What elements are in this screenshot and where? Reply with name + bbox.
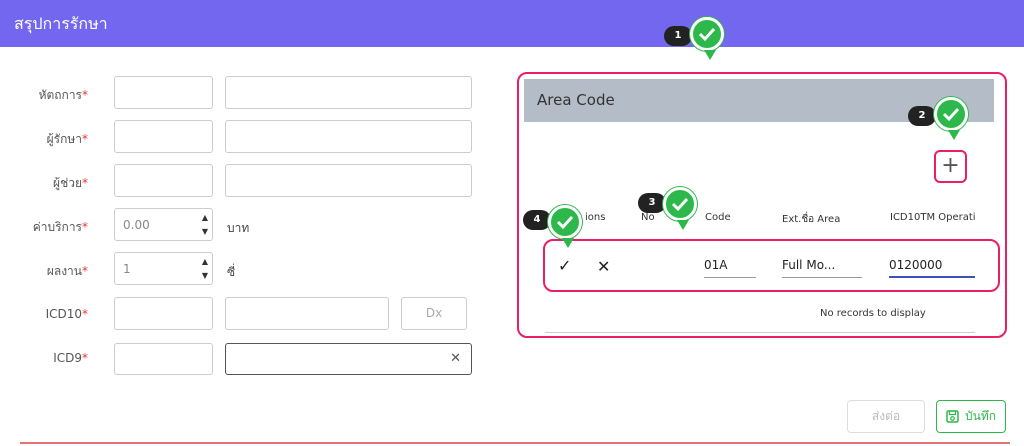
- tooth-unit: ซี่: [227, 265, 236, 279]
- cancel-close-icon[interactable]: ✕: [597, 257, 610, 276]
- area-code-title: Area Code: [537, 91, 615, 109]
- service-fee-stepper[interactable]: ▲ ▼: [199, 211, 211, 239]
- practitioner-code-input[interactable]: [114, 120, 213, 153]
- save-button[interactable]: บันทึก: [936, 400, 1006, 433]
- assistant-name-input[interactable]: [225, 164, 472, 197]
- icd-cell-input[interactable]: 0120000: [889, 258, 975, 278]
- workload-input[interactable]: 1 ▲ ▼: [114, 252, 213, 285]
- procedure-code-input[interactable]: [114, 76, 213, 109]
- icd9-code-input[interactable]: [114, 343, 213, 375]
- check-marker-1-icon: [690, 17, 724, 60]
- col-code: Code: [705, 212, 731, 223]
- workload-label: ผลงาน*: [46, 264, 88, 278]
- workload-stepper[interactable]: ▲ ▼: [199, 255, 211, 283]
- step-badge-3: 3: [638, 193, 666, 213]
- save-label: บันทึก: [965, 409, 996, 423]
- table-divider: [545, 332, 975, 333]
- col-area: Ext.ชื่อ Area: [782, 214, 841, 225]
- area-cell-input[interactable]: Full Mo...: [782, 258, 862, 278]
- check-marker-3-icon: [663, 187, 697, 230]
- plus-icon: +: [941, 153, 960, 178]
- code-cell-input[interactable]: 01A: [704, 258, 756, 278]
- check-marker-4-icon: [548, 205, 582, 248]
- clear-icon[interactable]: ✕: [450, 351, 461, 366]
- page-title: สรุปการรักษา: [14, 14, 108, 33]
- footer-divider: [20, 442, 1010, 444]
- procedure-name-input[interactable]: [225, 76, 472, 109]
- page-header: สรุปการรักษา: [0, 0, 1024, 47]
- service-fee-label: ค่าบริการ*: [32, 220, 88, 234]
- save-icon: [946, 410, 959, 423]
- empty-message: No records to display: [820, 308, 926, 319]
- confirm-check-icon[interactable]: ✓: [558, 256, 571, 275]
- assistant-label: ผู้ช่วย*: [53, 176, 88, 190]
- service-fee-input[interactable]: 0.00 ▲ ▼: [114, 208, 213, 241]
- practitioner-name-input[interactable]: [225, 120, 472, 153]
- currency-unit: บาท: [227, 221, 250, 235]
- icd9-label: ICD9*: [53, 351, 88, 365]
- icd10-name-input[interactable]: [225, 297, 389, 330]
- step-badge-4: 4: [523, 210, 551, 230]
- dx-button[interactable]: Dx: [401, 297, 467, 330]
- assistant-code-input[interactable]: [114, 164, 213, 197]
- col-icd10tm: ICD10TM Operatic: [890, 212, 976, 223]
- icd10-code-input[interactable]: [114, 297, 213, 330]
- icd9-name-input[interactable]: ✕: [225, 343, 472, 375]
- col-no: No: [641, 212, 655, 223]
- procedure-label: หัตถการ*: [38, 88, 88, 102]
- send-button[interactable]: ส่งต่อ: [847, 400, 925, 433]
- step-badge-2: 2: [908, 106, 936, 126]
- practitioner-label: ผู้รักษา*: [46, 132, 88, 146]
- add-row-button[interactable]: +: [934, 150, 967, 183]
- check-marker-2-icon: [934, 97, 968, 140]
- col-actions: ions: [585, 212, 606, 223]
- step-badge-1: 1: [664, 26, 692, 46]
- icd10-label: ICD10*: [45, 307, 88, 321]
